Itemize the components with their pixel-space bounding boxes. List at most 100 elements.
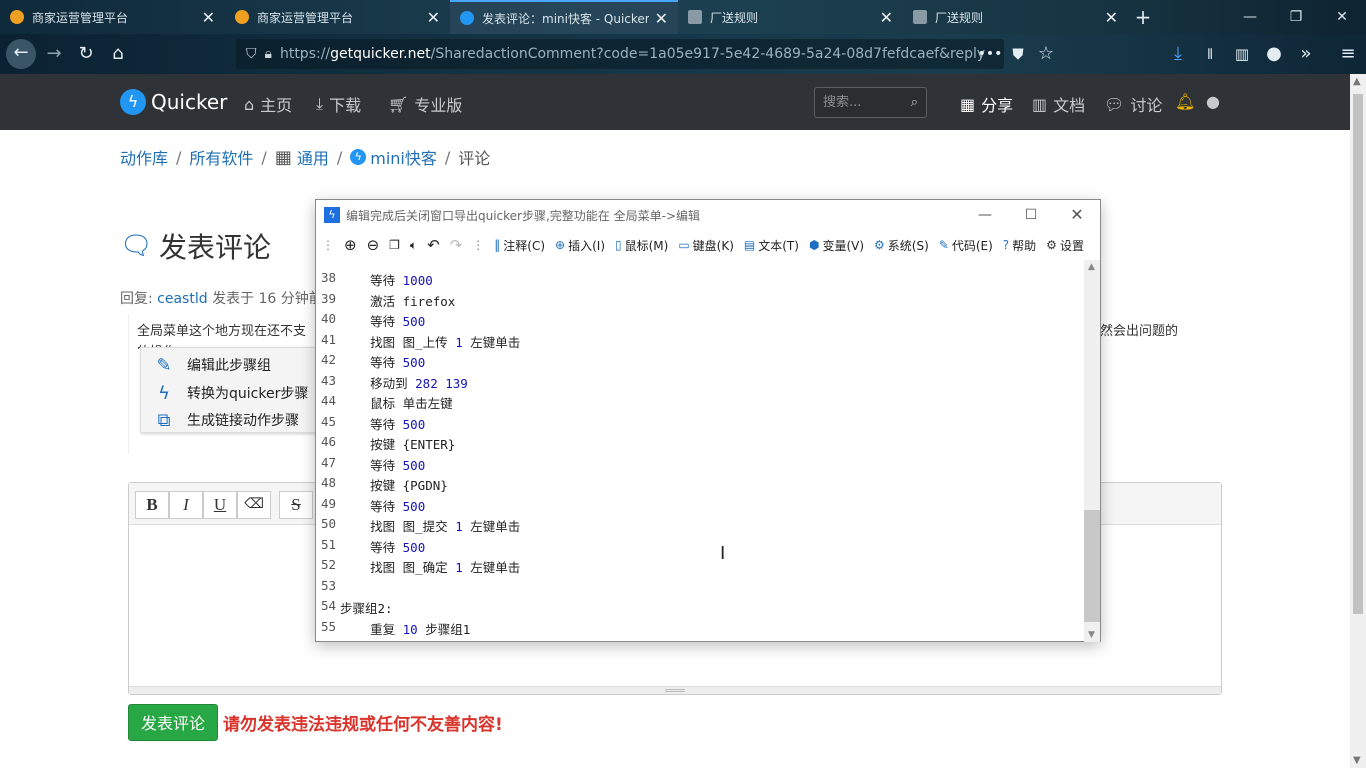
toolbar-variable[interactable]: ⬢ 变量(V): [809, 237, 864, 254]
line-number: 42: [320, 352, 336, 367]
scrollbar-thumb[interactable]: [1084, 510, 1100, 622]
scroll-up-icon[interactable]: ▲: [1088, 262, 1095, 272]
page-scrollbar[interactable]: ▲ ▼: [1350, 74, 1366, 768]
zoom-in-icon[interactable]: ⊕: [344, 236, 357, 254]
toolbar-help[interactable]: ? 帮助: [1003, 237, 1036, 254]
notifications-bell-icon[interactable]: 🔔︎: [1175, 92, 1195, 111]
back-arrow-icon[interactable]: ←: [6, 39, 36, 69]
bookmark-star-icon[interactable]: ☆: [1032, 40, 1060, 68]
browser-tab[interactable]: 商家运营管理平台 ✕: [0, 0, 225, 34]
toolbar-system[interactable]: ⚙ 系统(S): [874, 237, 929, 254]
browser-tab[interactable]: 厂送规则 ✕: [903, 0, 1128, 34]
overflow-chevron-icon[interactable]: »: [1292, 40, 1320, 68]
editor-resize-handle[interactable]: [129, 686, 1221, 694]
close-tab-icon[interactable]: ✕: [427, 8, 440, 27]
undo-icon[interactable]: ↶: [427, 236, 440, 254]
nav-label: 下载: [329, 96, 362, 115]
account-avatar-icon[interactable]: ●: [1260, 40, 1288, 68]
editor-scrollbar[interactable]: ▲ ▼: [1084, 260, 1100, 642]
minimize-window-icon[interactable]: —: [1230, 4, 1270, 30]
reply-user-link[interactable]: ceastld: [157, 291, 207, 307]
hamburger-menu-icon[interactable]: ≡: [1334, 40, 1362, 68]
tab-favicon-icon: [688, 10, 702, 24]
breadcrumb-item[interactable]: 通用: [297, 145, 329, 169]
nav-home[interactable]: ⌂ 主页: [244, 92, 292, 116]
browser-tab-active[interactable]: 发表评论：mini快客 - Quicker ✕: [450, 0, 678, 34]
close-tab-icon[interactable]: ✕: [1105, 8, 1118, 27]
toolbar-text[interactable]: ▤ 文本(T): [744, 237, 799, 254]
zoom-out-icon[interactable]: ⊖: [367, 236, 380, 254]
close-tab-icon[interactable]: ✕: [880, 8, 893, 27]
download-icon[interactable]: ⤓: [1164, 40, 1192, 68]
search-input[interactable]: 搜索... ⌕: [814, 87, 927, 118]
toolbar-label: 系统(S): [887, 238, 929, 253]
nav-docs[interactable]: ▥ 文档: [1032, 92, 1085, 116]
bold-button[interactable]: B: [135, 491, 169, 519]
nav-label: 讨论: [1130, 96, 1163, 115]
new-tab-plus-icon[interactable]: +: [1130, 4, 1156, 30]
scroll-down-icon[interactable]: ▼: [1088, 630, 1095, 640]
close-window-icon[interactable]: ✕: [1322, 4, 1362, 30]
pocket-icon[interactable]: ⛊: [1004, 40, 1032, 68]
file-text-icon: ▤: [743, 238, 756, 252]
forward-arrow-icon[interactable]: →: [40, 40, 68, 68]
close-tab-icon[interactable]: ✕: [202, 8, 215, 27]
url-host: getquicker.net: [330, 46, 431, 62]
home-icon[interactable]: ⌂: [104, 40, 132, 68]
code-editor[interactable]: 38 等待 1000 39 激活 firefox 40 等待 500 41 找图 图_…: [316, 260, 1084, 642]
window-close-icon[interactable]: ✕: [1054, 200, 1100, 230]
underline-button[interactable]: U: [203, 491, 237, 519]
search-placeholder: 搜索...: [823, 95, 862, 110]
scrollbar-thumb[interactable]: [1353, 94, 1363, 614]
toolbar-mouse[interactable]: ▯ 鼠标(M): [615, 237, 668, 254]
library-icon[interactable]: 𝍪: [1196, 40, 1224, 68]
restore-window-icon[interactable]: ❐: [1276, 4, 1316, 30]
nav-download[interactable]: ⤓ 下载: [316, 92, 361, 116]
toolbar-keyboard[interactable]: ▭ 键盘(K): [678, 237, 734, 254]
toolbar-settings[interactable]: ⚙ 设置: [1046, 237, 1084, 254]
nav-discuss[interactable]: 💬︎ 讨论: [1104, 92, 1162, 116]
toolbar-insert[interactable]: ⊕ 插入(I): [555, 237, 605, 254]
toolbar-comment[interactable]: ‖ 注释(C): [494, 237, 545, 254]
toolbar-code[interactable]: ✎ 代码(E): [939, 237, 993, 254]
close-tab-icon[interactable]: ✕: [655, 9, 668, 28]
menu-item-generate-link[interactable]: ⧉ 生成链接动作步骤: [141, 406, 317, 434]
editor-window-toolbar: ⋮ ⊕ ⊖ ❐ 🔈︎ ↶ ↷ ⋮ ‖ 注释(C) ⊕ 插入(I) ▯ 鼠标(M) ▭ 键…: [316, 230, 1100, 260]
breadcrumb-item[interactable]: 动作库: [120, 145, 168, 169]
redo-icon[interactable]: ↷: [450, 236, 463, 254]
speaker-icon[interactable]: 🔈︎: [410, 238, 417, 253]
copy-icon[interactable]: ❐: [389, 238, 400, 252]
strikethrough-button[interactable]: S: [279, 491, 313, 519]
site-logo[interactable]: ϟ Quicker: [120, 88, 227, 116]
reply-prefix: 回复: [120, 291, 148, 307]
step-editor-window: ϟ 编辑完成后关闭窗口导出quicker步骤,完整功能在 全局菜单->编辑 — …: [315, 199, 1101, 642]
breadcrumb-item[interactable]: mini快客: [370, 145, 437, 169]
grid-icon: ▦: [274, 146, 292, 168]
tab-favicon-icon: [10, 10, 24, 24]
browser-tab[interactable]: 厂送规则 ✕: [678, 0, 903, 34]
italic-button[interactable]: I: [169, 491, 203, 519]
menu-item-convert-quicker[interactable]: ϟ 转换为quicker步骤: [141, 379, 317, 407]
reload-icon[interactable]: ↻: [72, 40, 100, 68]
scroll-up-icon[interactable]: ▲: [1353, 76, 1361, 87]
breadcrumb-separator: /: [444, 147, 451, 167]
url-bar[interactable]: ⛉ 🔒︎ https://getquicker.net/Sharedaction…: [236, 39, 1004, 69]
page-actions-icon[interactable]: •••: [976, 40, 1004, 68]
eraser-button[interactable]: ⌫: [237, 491, 271, 519]
sidebar-icon[interactable]: ▥: [1228, 40, 1256, 68]
submit-comment-button[interactable]: 发表评论: [128, 704, 218, 741]
window-maximize-icon[interactable]: ☐: [1008, 200, 1054, 230]
nav-share[interactable]: ▦ 分享: [960, 92, 1013, 116]
user-icon[interactable]: ●: [1206, 92, 1220, 111]
menu-item-edit-step-group[interactable]: ✎ 编辑此步骤组: [141, 351, 317, 379]
toolbar-label: 设置: [1059, 238, 1084, 253]
text-cursor-icon: I: [720, 543, 726, 564]
code-line: 等待 500: [340, 457, 426, 473]
home-icon: ⌂: [244, 94, 255, 114]
breadcrumb-item[interactable]: 所有软件: [189, 145, 253, 169]
window-minimize-icon[interactable]: —: [962, 200, 1008, 230]
scroll-down-icon[interactable]: ▼: [1353, 755, 1361, 766]
search-icon[interactable]: ⌕: [911, 88, 918, 117]
nav-pro[interactable]: 🛒︎ 专业版: [388, 92, 462, 116]
browser-tab[interactable]: 商家运营管理平台 ✕: [225, 0, 450, 34]
